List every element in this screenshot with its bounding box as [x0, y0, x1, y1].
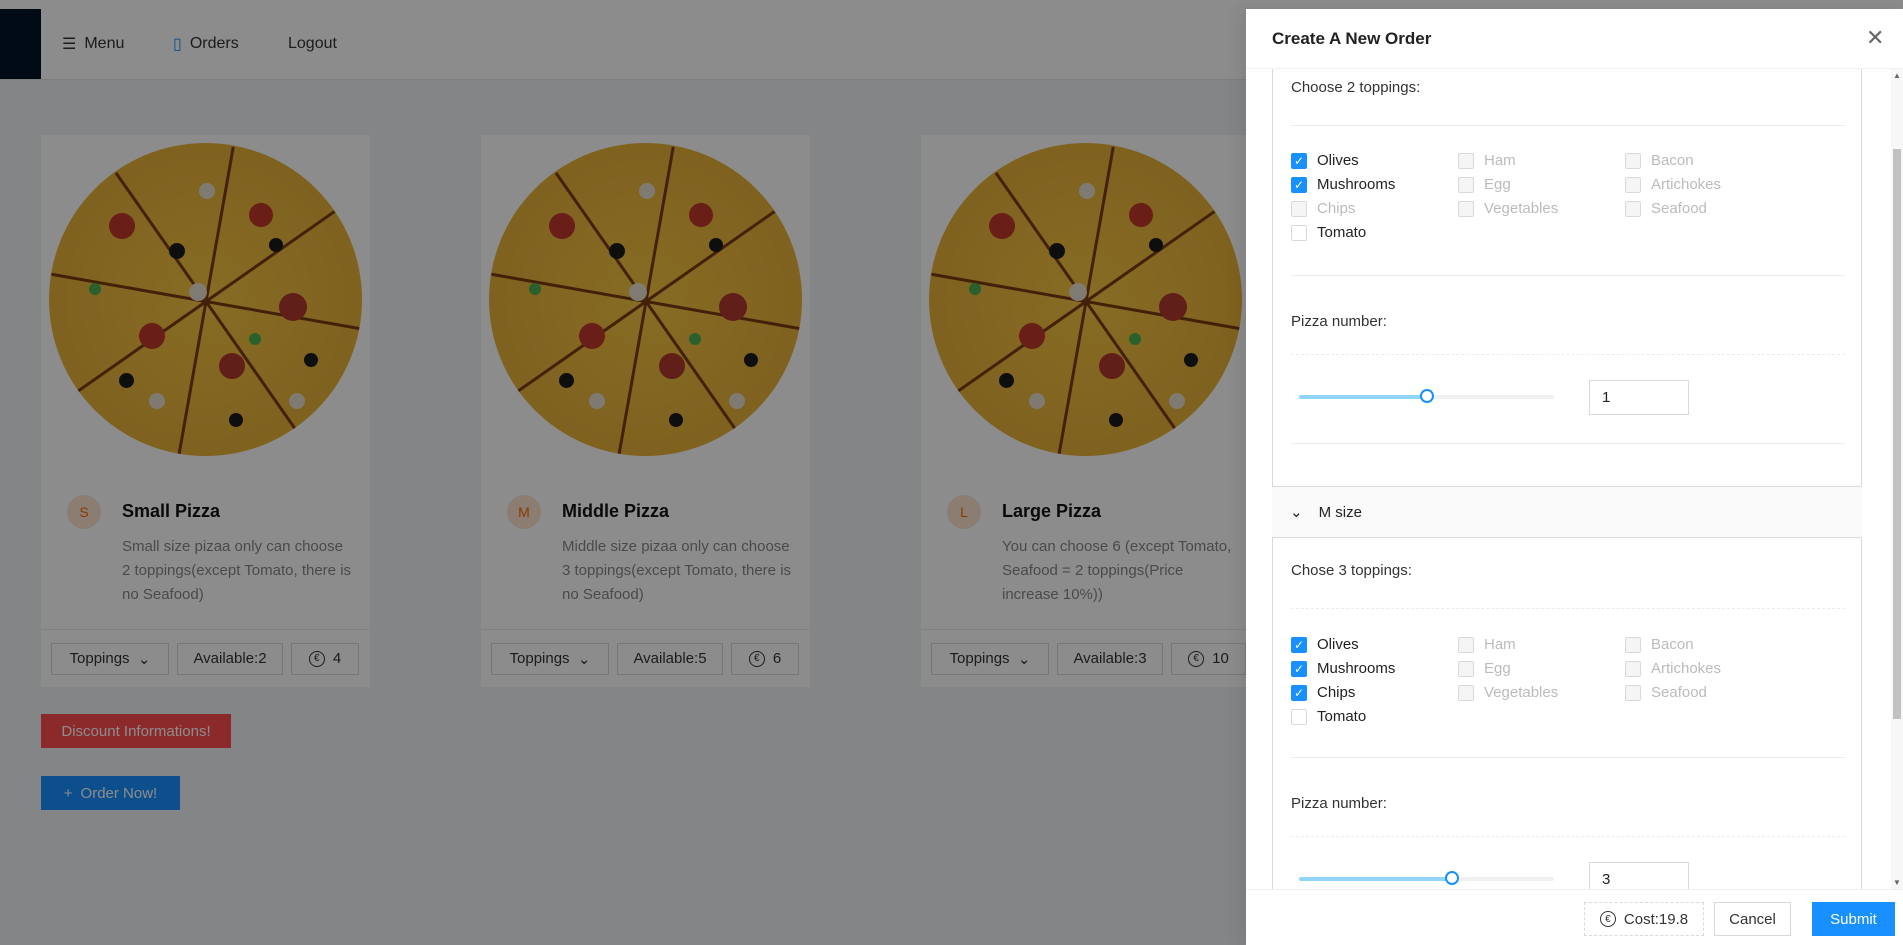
- topping-label: Mushrooms: [1317, 660, 1396, 677]
- topping-checkbox-seafood: Seafood: [1625, 684, 1707, 701]
- topping-label: Seafood: [1651, 200, 1707, 217]
- topping-label: Mushrooms: [1317, 176, 1396, 193]
- topping-label: Egg: [1484, 176, 1511, 193]
- toppings-prompt: Choose 2 toppings:: [1291, 79, 1421, 96]
- drawer-header: Create A New Order ✕: [1246, 9, 1903, 69]
- topping-checkbox-bacon: Bacon: [1625, 152, 1694, 169]
- topping-label: Vegetables: [1484, 684, 1559, 701]
- topping-label: Bacon: [1651, 636, 1694, 653]
- topping-label: Artichokes: [1651, 660, 1722, 677]
- toppings-prompt: Chose 3 toppings:: [1291, 562, 1412, 579]
- collapse-header-m-size[interactable]: ⌄ M size: [1272, 486, 1862, 538]
- checkbox-box: [1291, 200, 1307, 217]
- pizza-number-slider[interactable]: [1299, 389, 1554, 403]
- topping-checkbox-egg: Egg: [1458, 660, 1511, 677]
- euro-icon: €: [1599, 911, 1616, 927]
- drawer-footer: € Cost:19.8 Cancel Submit: [1246, 889, 1903, 945]
- cost-display[interactable]: € Cost:19.8: [1584, 902, 1704, 936]
- drawer-title: Create A New Order: [1272, 29, 1432, 48]
- pizza-number-label: Pizza number:: [1291, 795, 1387, 812]
- topping-label: Olives: [1317, 152, 1359, 169]
- order-section-m: Chose 3 toppings: ✓ Olives Ham Bacon ✓ Mushro…: [1272, 538, 1862, 889]
- slider-handle[interactable]: [1419, 389, 1434, 403]
- topping-checkbox-olives[interactable]: ✓ Olives: [1291, 636, 1359, 653]
- topping-checkbox-mushrooms[interactable]: ✓ Mushrooms: [1291, 176, 1395, 193]
- checkbox-box: [1625, 636, 1641, 653]
- pizza-number-input[interactable]: 3: [1589, 862, 1689, 889]
- topping-checkbox-bacon: Bacon: [1625, 636, 1694, 653]
- topping-label: Tomato: [1317, 708, 1367, 725]
- checkbox-box: [1291, 224, 1307, 241]
- topping-checkbox-tomato[interactable]: Tomato: [1291, 224, 1366, 241]
- topping-label: Chips: [1317, 684, 1356, 701]
- checkbox-box: [1458, 636, 1474, 653]
- topping-checkbox-chips[interactable]: ✓ Chips: [1291, 684, 1355, 701]
- topping-label: Olives: [1317, 636, 1359, 653]
- submit-button[interactable]: Submit: [1812, 902, 1895, 936]
- topping-checkbox-vegetables: Vegetables: [1458, 200, 1558, 217]
- checkbox-box: [1291, 708, 1307, 725]
- checkbox-box: [1625, 684, 1641, 701]
- topping-label: Ham: [1484, 636, 1516, 653]
- scroll-up-arrow-icon[interactable]: ▲: [1893, 71, 1901, 80]
- topping-checkbox-vegetables: Vegetables: [1458, 684, 1558, 701]
- create-order-drawer: Create A New Order ✕ Choose 2 toppings: …: [1246, 9, 1903, 945]
- topping-label: Artichokes: [1651, 176, 1722, 193]
- slider-handle[interactable]: [1445, 871, 1459, 885]
- topping-label: Ham: [1484, 152, 1516, 169]
- topping-checkbox-ham: Ham: [1458, 636, 1516, 653]
- checkbox-box: [1625, 660, 1641, 677]
- topping-checkbox-artichokes: Artichokes: [1625, 660, 1721, 677]
- close-icon[interactable]: ✕: [1866, 27, 1884, 49]
- drawer-body: Choose 2 toppings: ✓ Olives Ham Bacon ✓ Mushr…: [1272, 69, 1862, 889]
- scrollbar-thumb[interactable]: [1893, 149, 1901, 719]
- checkbox-box: [1458, 176, 1474, 193]
- topping-checkbox-ham: Ham: [1458, 152, 1516, 169]
- checkmark-icon: ✓: [1291, 152, 1307, 169]
- checkbox-box: [1625, 152, 1641, 169]
- drawer-scrollbar[interactable]: ▲ ▼: [1891, 69, 1903, 889]
- checkbox-box: [1458, 660, 1474, 677]
- slider-track-fill: [1299, 395, 1427, 399]
- cancel-button[interactable]: Cancel: [1714, 902, 1791, 936]
- topping-label: Seafood: [1651, 684, 1707, 701]
- topping-label: Bacon: [1651, 152, 1694, 169]
- cost-value: Cost:19.8: [1623, 910, 1689, 928]
- topping-label: Vegetables: [1484, 200, 1559, 217]
- checkmark-icon: ✓: [1291, 660, 1307, 677]
- checkbox-box: [1458, 200, 1474, 217]
- topping-checkbox-seafood: Seafood: [1625, 200, 1707, 217]
- topping-label: Tomato: [1317, 224, 1367, 241]
- checkmark-icon: ✓: [1291, 636, 1307, 653]
- topping-label: Egg: [1484, 660, 1511, 677]
- pizza-number-slider[interactable]: [1299, 871, 1554, 885]
- topping-checkbox-chips: Chips: [1291, 200, 1355, 217]
- chevron-down-icon: ⌄: [1290, 504, 1303, 521]
- slider-track-fill: [1299, 877, 1452, 881]
- checkmark-icon: ✓: [1291, 176, 1307, 193]
- pizza-number-label: Pizza number:: [1291, 313, 1387, 330]
- collapse-header-label: M size: [1318, 503, 1362, 521]
- topping-checkbox-olives[interactable]: ✓ Olives: [1291, 152, 1359, 169]
- checkmark-icon: ✓: [1291, 684, 1307, 701]
- checkbox-box: [1625, 176, 1641, 193]
- topping-checkbox-egg: Egg: [1458, 176, 1511, 193]
- checkbox-box: [1625, 200, 1641, 217]
- checkbox-box: [1458, 152, 1474, 169]
- topping-checkbox-tomato[interactable]: Tomato: [1291, 708, 1366, 725]
- order-section-s: Choose 2 toppings: ✓ Olives Ham Bacon ✓ Mushr…: [1272, 69, 1862, 486]
- topping-checkbox-artichokes: Artichokes: [1625, 176, 1721, 193]
- topping-checkbox-mushrooms[interactable]: ✓ Mushrooms: [1291, 660, 1395, 677]
- topping-label: Chips: [1317, 200, 1356, 217]
- checkbox-box: [1458, 684, 1474, 701]
- scroll-down-arrow-icon[interactable]: ▼: [1893, 878, 1901, 887]
- pizza-number-input[interactable]: 1: [1589, 380, 1689, 415]
